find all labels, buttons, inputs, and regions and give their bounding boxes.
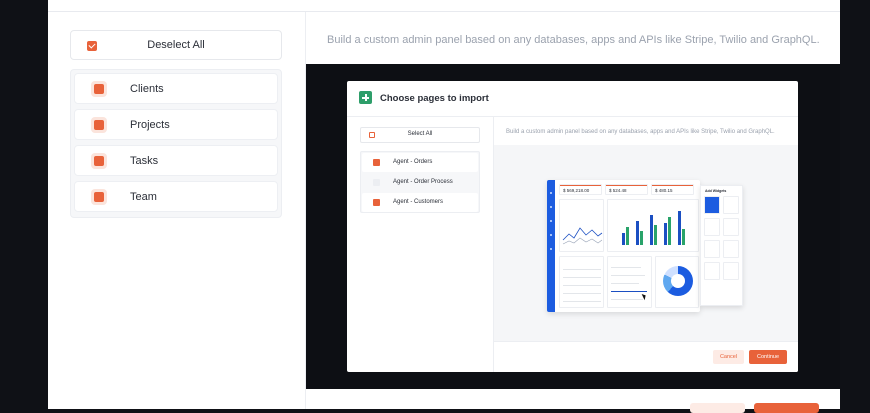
video-page-label: Agent - Orders <box>393 159 433 165</box>
donut-chart-card <box>655 256 699 308</box>
google-sheets-icon <box>359 91 372 104</box>
video-page-item: Agent - Orders <box>362 153 478 172</box>
line-chart-card <box>559 199 604 252</box>
widget-tile <box>723 196 739 214</box>
page-item-label: Tasks <box>130 155 159 167</box>
page-item-tasks[interactable]: Tasks <box>74 145 278 176</box>
checkbox-icon <box>94 84 104 94</box>
page-item-label: Clients <box>130 83 164 95</box>
dashboard-sidebar <box>547 180 555 312</box>
video-select-all-label: Select All <box>407 131 433 137</box>
deselect-all-button[interactable]: Deselect All <box>70 30 282 60</box>
page-list: Clients Projects Tasks Team <box>70 69 282 218</box>
checkbox-icon <box>94 120 104 130</box>
page-item-label: Projects <box>130 119 170 131</box>
nav-dot-icon <box>550 234 552 236</box>
app-background: Deselect All Clients Projects Tasks Team… <box>0 0 870 413</box>
video-page-label: Agent - Customers <box>393 199 444 205</box>
continue-button[interactable] <box>754 403 819 413</box>
video-page-item: Agent - Order Process <box>362 173 478 192</box>
messages-card <box>607 256 652 308</box>
checkbox-icon <box>373 199 380 206</box>
page-checkbox[interactable] <box>91 189 107 205</box>
deselect-all-label: Deselect All <box>147 39 205 51</box>
page-checkbox[interactable] <box>91 81 107 97</box>
video-page-label: Agent - Order Process <box>393 179 453 185</box>
stat-card: $ 480.15 <box>651 184 694 195</box>
video-import-dialog: Choose pages to import Select All Agent … <box>347 81 798 372</box>
widget-tile <box>723 240 739 258</box>
video-cancel-button: Cancel <box>713 350 744 364</box>
widget-tile <box>704 262 720 280</box>
bar-chart-card <box>607 199 699 252</box>
add-widgets-panel: Add Widgets <box>700 185 743 306</box>
nav-dot-icon <box>550 192 552 194</box>
page-item-clients[interactable]: Clients <box>74 73 278 104</box>
video-continue-button: Continue <box>749 350 787 364</box>
modal-header-strip <box>48 0 840 12</box>
nav-dot-icon <box>550 220 552 222</box>
widget-tile <box>723 218 739 236</box>
page-checkbox[interactable] <box>91 117 107 133</box>
nav-dot-icon <box>550 248 552 250</box>
video-dialog-footer: Cancel Continue <box>494 341 798 372</box>
cancel-button[interactable] <box>690 403 745 413</box>
add-widgets-title: Add Widgets <box>705 189 727 193</box>
widget-tile <box>704 196 720 214</box>
checkbox-icon <box>373 179 380 186</box>
stat-card: $ 569,218.00 <box>559 184 602 195</box>
dashboard-thumbnail: $ 569,218.00 $ 524.48 $ 480.15 <box>547 180 700 312</box>
widget-tile <box>723 262 739 280</box>
nav-dot-icon <box>550 206 552 208</box>
page-item-team[interactable]: Team <box>74 181 278 212</box>
checkbox-icon <box>94 192 104 202</box>
video-dialog-title: Choose pages to import <box>380 93 489 104</box>
video-description-text: Build a custom admin panel based on any … <box>506 129 775 135</box>
checkbox-icon <box>373 159 380 166</box>
team-list-card <box>559 256 604 308</box>
page-item-label: Team <box>130 191 157 203</box>
video-page-list: Agent - Orders Agent - Order Process Age… <box>360 151 480 213</box>
line-chart-sparkline <box>562 227 603 245</box>
donut-hole <box>671 274 685 288</box>
widget-tile <box>704 218 720 236</box>
stat-card: $ 524.48 <box>605 184 648 195</box>
widget-tile <box>704 240 720 258</box>
page-item-projects[interactable]: Projects <box>74 109 278 140</box>
video-select-all-button: Select All <box>360 127 480 143</box>
page-checkbox[interactable] <box>91 153 107 169</box>
video-dialog-header: Choose pages to import <box>347 81 798 117</box>
checkbox-icon <box>94 156 104 166</box>
description-text: Build a custom admin panel based on any … <box>327 34 820 46</box>
video-page-item: Agent - Customers <box>362 193 478 212</box>
